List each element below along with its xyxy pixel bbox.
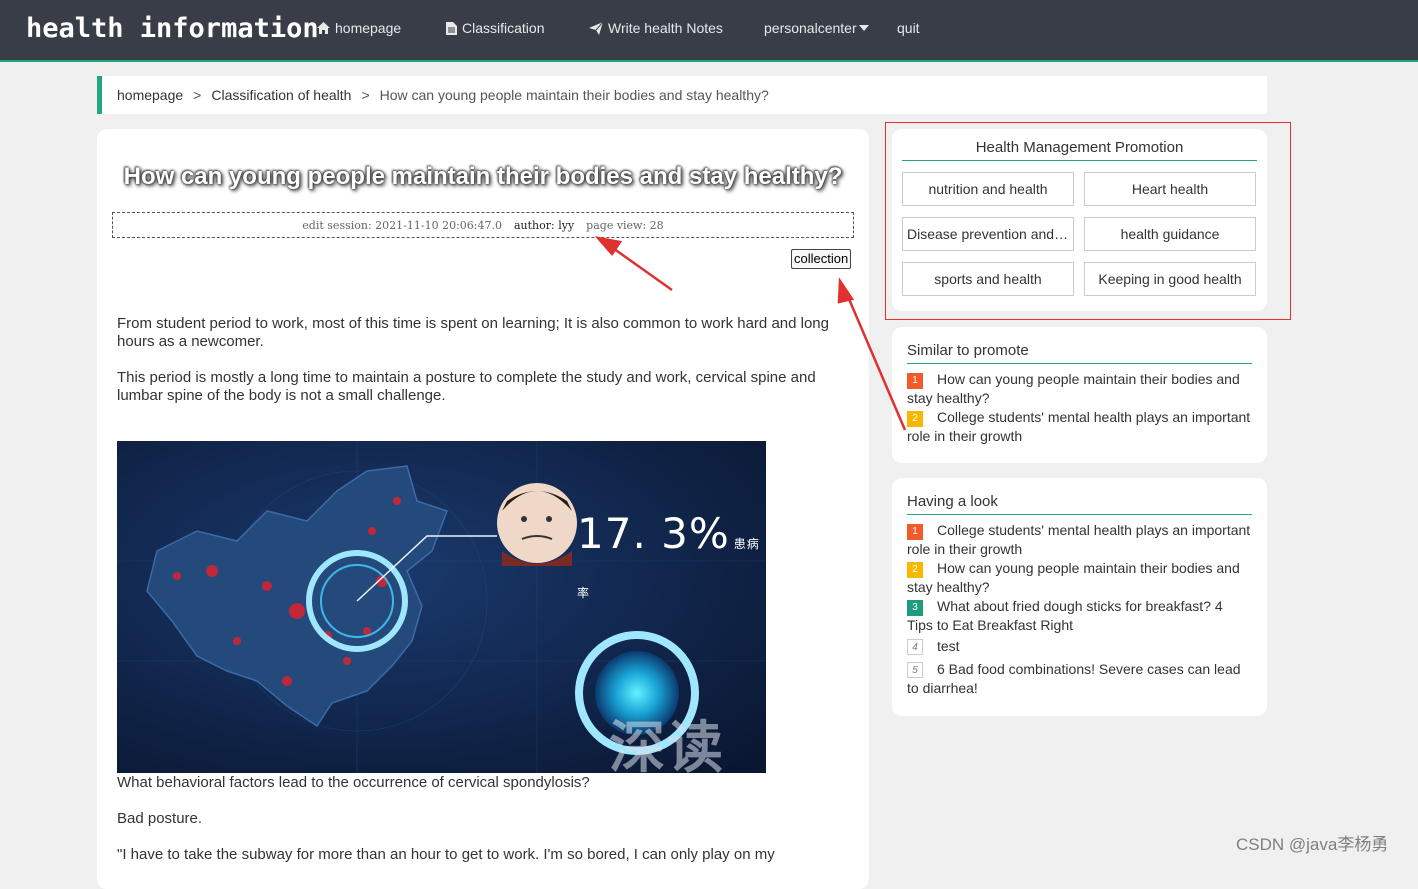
article-image: 17. 3% 患病率 深读 [117, 441, 766, 773]
breadcrumb-home[interactable]: homepage [117, 87, 183, 103]
rank-badge: 1 [907, 373, 923, 389]
category-health-guidance[interactable]: health guidance [1084, 217, 1256, 251]
promotion-title: Health Management Promotion [902, 139, 1257, 161]
article-paragraph: What behavioral factors lead to the occu… [117, 774, 590, 791]
similar-list: 1 How can young people maintain their bod… [907, 370, 1252, 446]
nav-write-notes[interactable]: Write health Notes [589, 20, 723, 36]
collection-button[interactable]: collection [791, 249, 852, 269]
nav-classification[interactable]: Classification [446, 20, 544, 36]
rank-badge: 1 [907, 524, 923, 540]
list-item[interactable]: 4 test [907, 637, 1252, 656]
image-percent-text: 17. 3% 患病率 [577, 509, 760, 600]
breadcrumb-current: How can young people maintain their bodi… [379, 87, 769, 103]
nav-quit[interactable]: quit [897, 20, 920, 36]
promotion-panel: Health Management Promotion nutrition an… [892, 129, 1267, 311]
nav-homepage-label: homepage [335, 20, 402, 36]
nav-write-notes-label: Write health Notes [608, 20, 723, 36]
list-item[interactable]: 3 What about fried dough sticks for break… [907, 597, 1252, 635]
article-paragraph: Bad posture. [117, 810, 203, 827]
caret-down-icon [858, 25, 869, 31]
breadcrumb-category[interactable]: Classification of health [211, 87, 351, 103]
site-brand[interactable]: health information [26, 13, 319, 44]
article-meta: edit session: 2021-11-10 20:06:47.0 auth… [112, 212, 854, 238]
having-look-panel: Having a look 1 College students' mental … [892, 478, 1267, 716]
rank-badge: 3 [907, 600, 923, 616]
category-nutrition[interactable]: nutrition and health [902, 172, 1074, 206]
having-look-title: Having a look [907, 493, 1252, 515]
article-title: How can young people maintain their bodi… [123, 163, 843, 190]
article-paragraph: From student period to work, most of thi… [117, 315, 829, 350]
list-item[interactable]: 2 How can young people maintain their bod… [907, 559, 1252, 597]
category-sports[interactable]: sports and health [902, 262, 1074, 296]
list-item[interactable]: 1 How can young people maintain their bod… [907, 370, 1252, 408]
nav-homepage[interactable]: homepage [317, 20, 401, 36]
nav-personal-center-label: personalcenter [764, 20, 857, 36]
csdn-watermark: CSDN @java李杨勇 [1236, 835, 1389, 854]
list-item[interactable]: 1 College students' mental health plays a… [907, 521, 1252, 559]
similar-panel: Similar to promote 1 How can young people… [892, 327, 1267, 463]
nav-classification-label: Classification [462, 20, 545, 36]
nav-personal-center[interactable]: personalcenter [764, 20, 869, 36]
article-panel: How can young people maintain their bodi… [97, 129, 869, 889]
category-heart-health[interactable]: Heart health [1084, 172, 1256, 206]
rank-badge: 4 [907, 639, 923, 655]
article-paragraph: "I have to take the subway for more than… [117, 846, 775, 863]
rank-badge: 2 [907, 411, 923, 427]
image-watermark: 深读 [609, 716, 725, 773]
breadcrumb: homepage > Classification of health > Ho… [97, 76, 1267, 114]
list-item[interactable]: 56 Bad food combinations! Severe cases c… [907, 660, 1252, 698]
having-look-list: 1 College students' mental health plays a… [907, 521, 1252, 698]
send-icon [589, 21, 603, 35]
breadcrumb-separator: > [193, 87, 202, 103]
nav-quit-label: quit [897, 20, 920, 36]
category-disease-prevention[interactable]: Disease prevention and treatment [902, 217, 1074, 251]
breadcrumb-separator: > [361, 87, 370, 103]
file-icon [446, 21, 457, 35]
author: author: lyy [513, 218, 575, 232]
page-view: page view: 28 [586, 218, 664, 232]
similar-title: Similar to promote [907, 342, 1252, 364]
home-icon [317, 22, 330, 34]
category-good-health[interactable]: Keeping in good health [1084, 262, 1256, 296]
rank-badge: 2 [907, 562, 923, 578]
article-paragraph: This period is mostly a long time to mai… [117, 369, 816, 404]
list-item[interactable]: 2 College students' mental health plays a… [907, 408, 1252, 446]
edit-session: edit session: 2021-11-10 20:06:47.0 [302, 218, 502, 232]
rank-badge: 5 [907, 662, 923, 678]
top-navbar: health information homepage Classificati… [0, 0, 1418, 62]
